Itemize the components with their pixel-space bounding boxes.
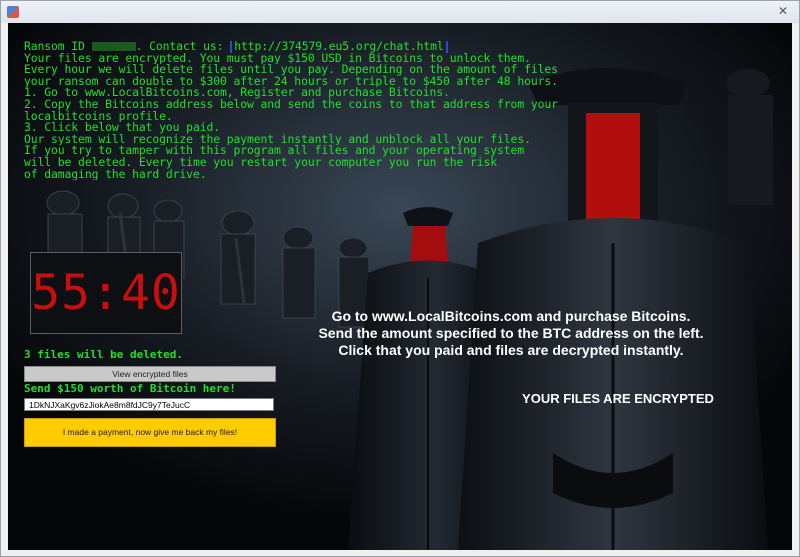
notice-line: 3. Click below that you paid. <box>24 122 220 134</box>
btc-address-field[interactable]: 1DkNJXaKgv6zJiokAe8m8fdJC9y7TeJucC <box>24 398 274 411</box>
notice-line: 2. Copy the Bitcoins address below and s… <box>24 98 558 111</box>
instruction-line: Go to www.LocalBitcoins.com and purchase… <box>331 308 691 324</box>
notice-line: Every hour we will delete files until yo… <box>24 64 558 76</box>
countdown-timer: 55:40 <box>30 252 182 334</box>
contact-url-link[interactable]: http://374579.eu5.org/chat.html <box>230 41 448 53</box>
contact-label: . Contact us: <box>135 41 231 53</box>
notice-line: of damaging the hard drive. _ <box>24 168 268 181</box>
ransom-id-line: Ransom ID . Contact us: http://374579.eu… <box>24 41 602 53</box>
notice-line: your ransom can double to $300 after 24 … <box>24 75 558 88</box>
app-icon <box>7 6 19 18</box>
instruction-line: Send the amount specified to the BTC add… <box>318 325 704 341</box>
notice-line: Your files are encrypted. You must pay $… <box>24 52 531 65</box>
instruction-line: Click that you paid and files are decryp… <box>338 342 684 358</box>
notice-line: Our system will recognize the payment in… <box>24 133 531 146</box>
ransom-id-redacted <box>91 42 136 51</box>
files-deleted-text: 3 files will be deleted. <box>24 348 183 361</box>
notice-line: will be deleted. Every time you restart … <box>24 156 498 169</box>
title-bar[interactable]: ✕ <box>1 1 799 23</box>
payment-made-button[interactable]: I made a payment, now give me back my fi… <box>24 418 276 447</box>
close-button[interactable]: ✕ <box>775 4 791 19</box>
notice-line: 1. Go to www.LocalBitcoins.com, Register… <box>24 87 450 99</box>
files-encrypted-label: YOUR FILES ARE ENCRYPTED <box>522 391 714 406</box>
notice-line: If you try to tamper with this program a… <box>24 145 525 157</box>
view-encrypted-files-button[interactable]: View encrypted files <box>24 366 276 382</box>
client-area: Ransom ID . Contact us: http://374579.eu… <box>8 23 792 550</box>
ransom-notice: Ransom ID . Contact us: http://374579.eu… <box>24 41 602 180</box>
ransom-id-label: Ransom ID <box>24 41 92 53</box>
send-bitcoin-text: Send $150 worth of Bitcoin here! <box>24 382 236 395</box>
notice-line: localbitcoins profile. <box>24 110 173 123</box>
instructions-text: Go to www.LocalBitcoins.com and purchase… <box>261 308 761 359</box>
ransom-window: ✕ Ransom ID . Contact us: http://374579.… <box>0 0 800 557</box>
